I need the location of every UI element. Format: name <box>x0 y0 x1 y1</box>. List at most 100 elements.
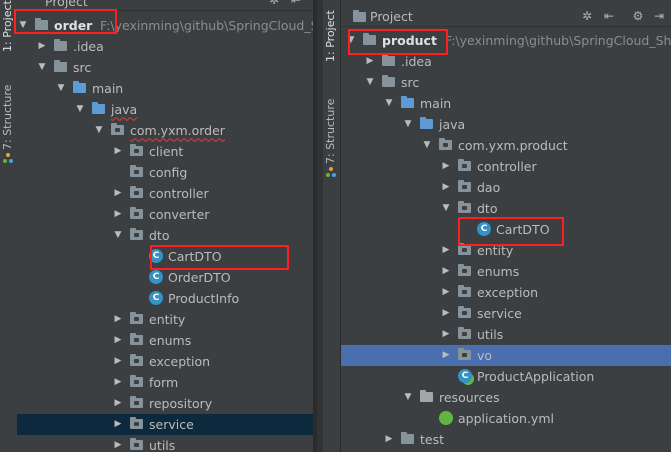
tree-row[interactable]: ▶ vo <box>341 345 671 366</box>
collapse-arrow-icon[interactable]: ▶ <box>112 309 124 330</box>
tree-row[interactable]: ▼ java <box>341 114 671 135</box>
tree-row[interactable]: ▶ test <box>341 429 671 450</box>
collapse-arrow-icon[interactable]: ▶ <box>112 435 124 452</box>
tree-row[interactable]: ▶ .idea <box>341 51 671 72</box>
expand-arrow-icon[interactable]: ▼ <box>402 114 414 135</box>
expand-arrow-icon[interactable]: ▼ <box>36 57 48 78</box>
collapse-arrow-icon[interactable]: ▶ <box>364 51 376 72</box>
collapse-arrow-icon[interactable]: ▶ <box>112 204 124 225</box>
expand-arrow-icon[interactable]: ▼ <box>383 93 395 114</box>
settings-icon[interactable]: ✲ <box>580 9 594 23</box>
tree-row[interactable]: ▶ service <box>17 414 313 435</box>
expand-arrow-icon[interactable]: ▼ <box>364 72 376 93</box>
tree-row[interactable]: ▶ enums <box>341 261 671 282</box>
tree-row[interactable]: config <box>17 162 313 183</box>
collapse-arrow-icon[interactable]: ▶ <box>440 156 452 177</box>
collapse-arrow-icon[interactable]: ▶ <box>36 36 48 57</box>
tree-row[interactable]: C CartDTO <box>341 219 671 240</box>
tree-row[interactable]: ▶ controller <box>17 183 313 204</box>
tree-row[interactable]: ▼ main <box>17 78 313 99</box>
tree-item-label: ProductApplication <box>477 369 595 384</box>
collapse-arrow-icon[interactable]: ▶ <box>440 345 452 366</box>
tree-row[interactable]: ▼ order F:\yexinming\github\SpringCloud_Sh… <box>17 15 313 36</box>
tree-row[interactable]: ▶ client <box>17 141 313 162</box>
collapse-arrow-icon[interactable]: ▶ <box>112 372 124 393</box>
tree-row[interactable]: ▶ enums <box>17 330 313 351</box>
tree-row[interactable]: ▶ service <box>341 303 671 324</box>
tree-row[interactable]: ▼ java <box>17 99 313 120</box>
tree-item-label: utils <box>477 327 504 342</box>
tree-row[interactable]: ▼ main <box>341 93 671 114</box>
tree-row[interactable]: C ProductApplication <box>341 366 671 387</box>
tree-row[interactable]: ▶ .idea <box>17 36 313 57</box>
tree-row[interactable]: C ProductInfo <box>17 288 313 309</box>
expand-arrow-icon[interactable]: ▼ <box>421 135 433 156</box>
expand-arrow-icon[interactable]: ▼ <box>74 99 86 120</box>
expand-arrow-icon[interactable]: ▼ <box>112 225 124 246</box>
expand-arrow-icon[interactable]: ▼ <box>17 15 29 36</box>
collapse-arrow-icon[interactable]: ▶ <box>440 261 452 282</box>
tree-item-label: enums <box>149 333 192 348</box>
tree-row[interactable]: ▶ exception <box>17 351 313 372</box>
tree-row[interactable]: ▶ exception <box>341 282 671 303</box>
tree-row[interactable]: ▼ src <box>17 57 313 78</box>
package-icon <box>130 186 143 198</box>
tree-row[interactable]: ▶ converter <box>17 204 313 225</box>
tree-row[interactable]: ▼ resources <box>341 387 671 408</box>
left-project-panel: Project ✲ ⇤ ▼ order F:\yexinming\github\Sp… <box>17 0 313 452</box>
tool-tab-project[interactable]: 1: Project <box>324 10 337 62</box>
tree-row[interactable]: ▶ form <box>17 372 313 393</box>
hide-icon[interactable]: ⇥ <box>652 9 666 23</box>
tree-row[interactable]: C CartDTO <box>17 246 313 267</box>
collapse-arrow-icon[interactable]: ▶ <box>112 183 124 204</box>
collapse-arrow-icon[interactable]: ▶ <box>440 240 452 261</box>
tree-row[interactable]: ▶ entity <box>17 309 313 330</box>
tool-tab-project[interactable]: 1: Project <box>1 0 14 52</box>
tree-row[interactable]: C OrderDTO <box>17 267 313 288</box>
tree-item-label: ProductInfo <box>168 291 240 306</box>
tree-row[interactable]: ▼ src <box>341 72 671 93</box>
package-icon <box>458 306 471 318</box>
collapse-arrow-icon[interactable]: ▶ <box>112 351 124 372</box>
collapse-arrow-icon[interactable]: ▶ <box>112 393 124 414</box>
package-icon <box>458 180 471 192</box>
collapse-arrow-icon[interactable]: ▶ <box>440 303 452 324</box>
collapse-arrow-icon[interactable]: ▶ <box>112 330 124 351</box>
tree-row[interactable]: ▶ repository <box>17 393 313 414</box>
tool-tab-structure[interactable]: 7: Structure <box>1 85 14 150</box>
expand-arrow-icon[interactable]: ▼ <box>402 387 414 408</box>
gear-icon[interactable]: ⚙ <box>631 9 645 23</box>
tree-row[interactable]: ▼ com.yxm.order <box>17 120 313 141</box>
package-icon <box>130 417 143 429</box>
tree-row[interactable]: ▶ entity <box>341 240 671 261</box>
collapse-arrow-icon[interactable]: ▶ <box>112 414 124 435</box>
expand-arrow-icon[interactable]: ▼ <box>55 78 67 99</box>
tree-row[interactable]: ▼ com.yxm.product <box>341 135 671 156</box>
package-icon <box>458 243 471 255</box>
tree-row[interactable]: ▶ dao <box>341 177 671 198</box>
tree-row[interactable]: application.yml <box>341 408 671 429</box>
expand-arrow-icon[interactable]: ▼ <box>440 198 452 219</box>
package-icon <box>439 138 452 150</box>
settings-icon[interactable]: ✲ <box>267 0 281 7</box>
tree-row[interactable]: ▼ dto <box>341 198 671 219</box>
tree-row[interactable]: ▶ utils <box>341 324 671 345</box>
collapse-all-icon[interactable]: ⇤ <box>289 0 303 7</box>
tool-tab-structure[interactable]: 7: Structure <box>324 99 337 164</box>
expand-arrow-icon[interactable]: ▼ <box>93 120 105 141</box>
left-project-tree: ▼ order F:\yexinming\github\SpringCloud_Sh… <box>17 15 313 452</box>
collapse-arrow-icon[interactable]: ▶ <box>383 429 395 450</box>
collapse-all-icon[interactable]: ⇤ <box>602 9 616 23</box>
collapse-arrow-icon[interactable]: ▶ <box>440 282 452 303</box>
collapse-arrow-icon[interactable]: ▶ <box>112 141 124 162</box>
tree-row[interactable]: ▶ utils <box>17 435 313 452</box>
collapse-arrow-icon[interactable]: ▶ <box>440 177 452 198</box>
tree-row[interactable]: ▼ product F:\yexinming\github\SpringCloud_… <box>341 30 671 51</box>
collapse-arrow-icon[interactable]: ▶ <box>440 324 452 345</box>
tree-row[interactable]: ▶ controller <box>341 156 671 177</box>
expand-arrow-icon[interactable]: ▼ <box>345 30 357 51</box>
tree-row[interactable]: ▼ dto <box>17 225 313 246</box>
right-tool-window-strip: 1: Project 7: Structure <box>323 0 341 452</box>
tree-item-label: service <box>477 306 522 321</box>
tree-item-label: main <box>92 81 124 96</box>
